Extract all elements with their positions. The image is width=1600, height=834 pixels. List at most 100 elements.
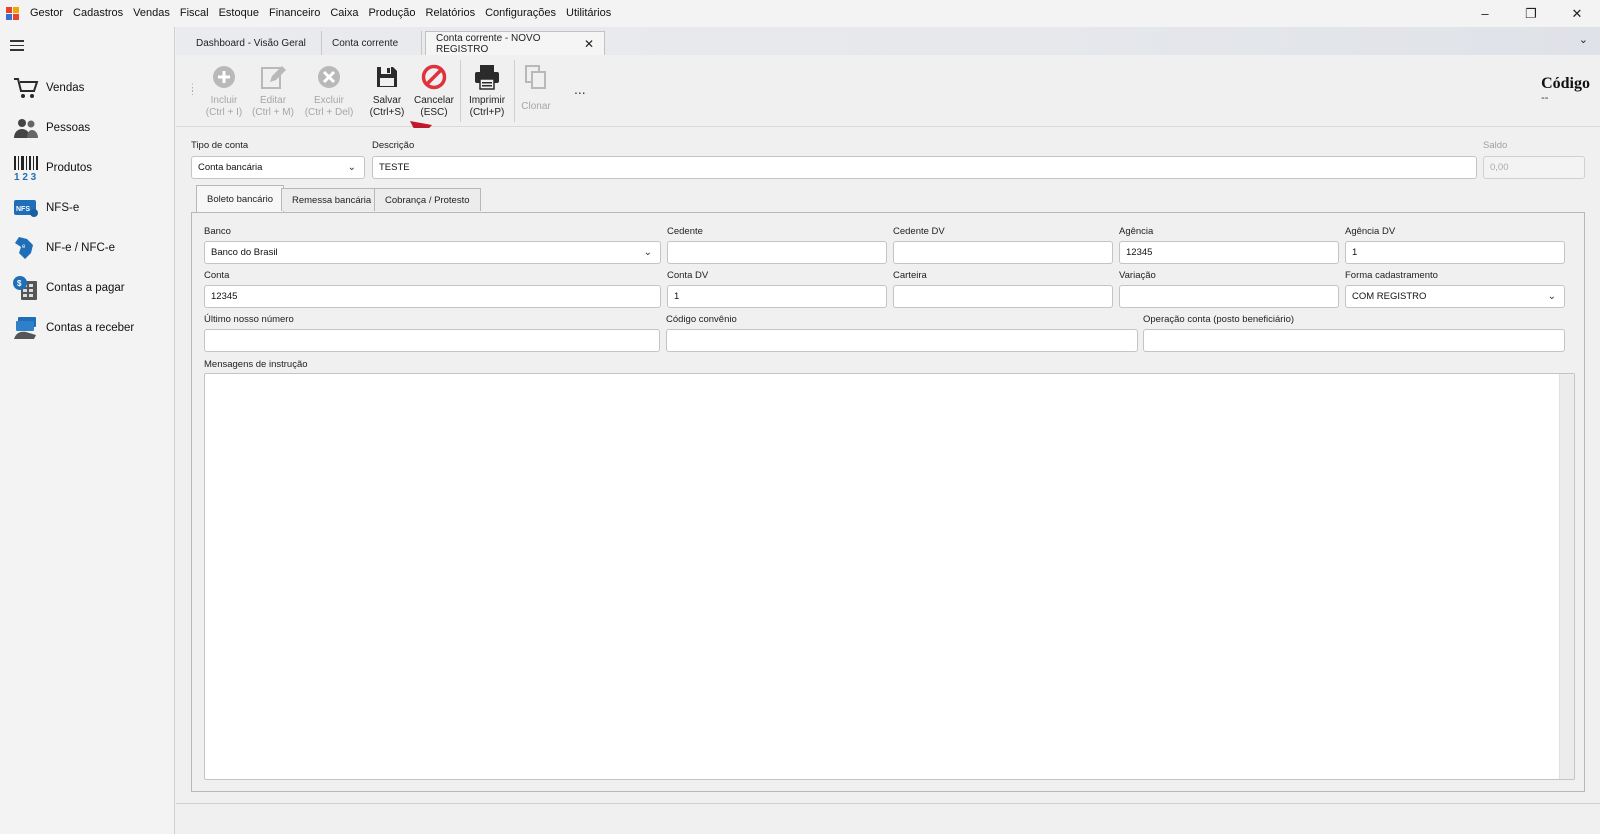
carteira-label: Carteira xyxy=(893,270,927,281)
agencia-value: 12345 xyxy=(1126,247,1153,258)
hamburger-menu-icon[interactable] xyxy=(10,40,24,54)
menu-estoque[interactable]: Estoque xyxy=(214,0,264,27)
chevron-down-icon: ⌄ xyxy=(1547,291,1556,302)
close-icon: ✕ xyxy=(1571,5,1583,21)
sidebar-item-label: Contas a receber xyxy=(46,322,135,334)
salvar-label: Salvar xyxy=(372,95,402,106)
mensagens-instrucao-textarea[interactable] xyxy=(204,373,1575,780)
tab-label: Remessa bancária xyxy=(292,194,372,206)
tab-conta-corrente-novo-registro[interactable]: Conta corrente - NOVO REGISTRO ✕ xyxy=(425,31,605,55)
descricao-input[interactable]: TESTE xyxy=(372,156,1477,179)
conta-value: 12345 xyxy=(211,291,238,302)
menu-producao[interactable]: Produção xyxy=(363,0,420,27)
agencia-input[interactable]: 12345 xyxy=(1119,241,1339,264)
menu-relatorios[interactable]: Relatórios xyxy=(421,0,481,27)
menu-vendas[interactable]: Vendas xyxy=(128,0,175,27)
tab-boleto-bancario[interactable]: Boleto bancário xyxy=(196,185,285,212)
editar-button[interactable]: Editar (Ctrl + M) xyxy=(250,63,296,119)
incluir-button[interactable]: Incluir (Ctrl + I) xyxy=(202,63,246,119)
close-tab-icon[interactable]: ✕ xyxy=(584,37,594,51)
menu-cadastros[interactable]: Cadastros xyxy=(68,0,128,27)
add-circle-icon xyxy=(210,63,238,91)
restore-icon: ❐ xyxy=(1525,5,1537,21)
sidebar-item-nfe-nfce[interactable]: e NF-e / NFC-e xyxy=(12,231,115,265)
sidebar-item-nfse[interactable]: NFS NFS-e xyxy=(12,191,79,225)
mensagens-instrucao-label: Mensagens de instrução xyxy=(204,359,308,370)
nfe-icon: e xyxy=(12,234,40,262)
agencia-dv-input[interactable]: 1 xyxy=(1345,241,1565,264)
tipo-conta-label: Tipo de conta xyxy=(191,140,249,151)
barcode-icon: 1 2 3 xyxy=(12,154,40,182)
salvar-shortcut: (Ctrl+S) xyxy=(369,107,405,118)
saldo-value: 0,00 xyxy=(1490,162,1509,173)
salvar-button[interactable]: Salvar (Ctrl+S) xyxy=(366,63,408,119)
conta-dv-input[interactable]: 1 xyxy=(667,285,887,308)
restore-button[interactable]: ❐ xyxy=(1508,0,1554,27)
chevron-down-icon[interactable]: ⌄ xyxy=(1579,33,1588,46)
forma-cadastramento-select[interactable]: COM REGISTRO ⌄ xyxy=(1345,285,1565,308)
close-window-button[interactable]: ✕ xyxy=(1554,0,1600,27)
tab-conta-corrente[interactable]: Conta corrente xyxy=(322,31,422,55)
ultimo-nosso-numero-label: Último nosso número xyxy=(204,314,294,325)
sidebar-item-label: NF-e / NFC-e xyxy=(46,242,115,254)
descricao-value: TESTE xyxy=(379,162,410,173)
excluir-label: Excluir xyxy=(313,95,344,106)
clonar-label: Clonar xyxy=(521,101,551,112)
copy-icon xyxy=(522,63,550,91)
excluir-button[interactable]: Excluir (Ctrl + Del) xyxy=(304,63,354,119)
tipo-conta-select[interactable]: Conta bancária ⌄ xyxy=(191,156,365,179)
tab-label: Dashboard - Visão Geral xyxy=(196,37,306,49)
agencia-label: Agência xyxy=(1119,226,1154,237)
app-logo-icon xyxy=(6,6,20,21)
cart-icon xyxy=(12,74,40,102)
tab-label: Conta corrente xyxy=(332,37,399,49)
tab-dashboard[interactable]: Dashboard - Visão Geral xyxy=(186,31,322,55)
variacao-input[interactable] xyxy=(1119,285,1339,308)
svg-text:NFS: NFS xyxy=(16,206,30,213)
sidebar-item-label: Produtos xyxy=(46,162,93,174)
sidebar-item-pessoas[interactable]: Pessoas xyxy=(12,111,90,145)
banco-label: Banco xyxy=(204,226,231,237)
minimize-button[interactable]: – xyxy=(1462,0,1508,27)
cedente-dv-input[interactable] xyxy=(893,241,1113,264)
conta-input[interactable]: 12345 xyxy=(204,285,661,308)
menu-caixa[interactable]: Caixa xyxy=(325,0,363,27)
carteira-input[interactable] xyxy=(893,285,1113,308)
imprimir-button[interactable]: Imprimir (Ctrl+P) xyxy=(464,63,510,119)
codigo-title: Código xyxy=(1541,75,1590,92)
sidebar-item-contas-receber[interactable]: Contas a receber xyxy=(12,311,134,345)
bill-pay-icon: $ xyxy=(12,274,40,302)
toolbar-separator xyxy=(460,60,461,122)
clonar-button[interactable]: Clonar xyxy=(518,63,554,113)
descricao-label: Descrição xyxy=(372,140,415,151)
delete-circle-icon xyxy=(315,63,343,91)
codigo-convenio-input[interactable] xyxy=(666,329,1138,352)
tab-cobranca-protesto[interactable]: Cobrança / Protesto xyxy=(374,188,481,211)
sidebar-item-vendas[interactable]: Vendas xyxy=(12,71,84,105)
textarea-scrollbar[interactable] xyxy=(1559,374,1574,779)
codigo-value: -- xyxy=(1541,92,1549,104)
conta-label: Conta xyxy=(204,270,230,281)
menu-utilitarios[interactable]: Utilitários xyxy=(561,0,616,27)
tab-remessa-bancaria[interactable]: Remessa bancária xyxy=(281,188,383,211)
ultimo-nosso-numero-input[interactable] xyxy=(204,329,660,352)
menu-fiscal[interactable]: Fiscal xyxy=(175,0,214,27)
more-options-button[interactable]: ... xyxy=(574,81,586,97)
agencia-dv-value: 1 xyxy=(1352,247,1358,258)
sidebar-item-contas-pagar[interactable]: $ Contas a pagar xyxy=(12,271,125,305)
toolbar-grip-icon[interactable]: ⋮ ⋮ xyxy=(188,83,197,96)
cedente-input[interactable] xyxy=(667,241,887,264)
chevron-down-icon: ⌄ xyxy=(643,247,652,258)
tab-label: Conta corrente - NOVO REGISTRO xyxy=(436,32,541,55)
banco-select[interactable]: Banco do Brasil ⌄ xyxy=(204,241,661,264)
menu-financeiro[interactable]: Financeiro xyxy=(264,0,325,27)
sidebar-item-produtos[interactable]: 1 2 3 Produtos xyxy=(12,151,92,185)
menu-configuracoes[interactable]: Configurações xyxy=(480,0,561,27)
incluir-shortcut: (Ctrl + I) xyxy=(205,107,243,118)
variacao-label: Variação xyxy=(1119,270,1156,281)
editar-label: Editar xyxy=(259,95,287,106)
nfse-icon: NFS xyxy=(12,194,40,222)
menu-gestor[interactable]: Gestor xyxy=(25,0,68,27)
cancelar-button[interactable]: Cancelar (ESC) xyxy=(412,63,456,119)
operacao-conta-input[interactable] xyxy=(1143,329,1565,352)
